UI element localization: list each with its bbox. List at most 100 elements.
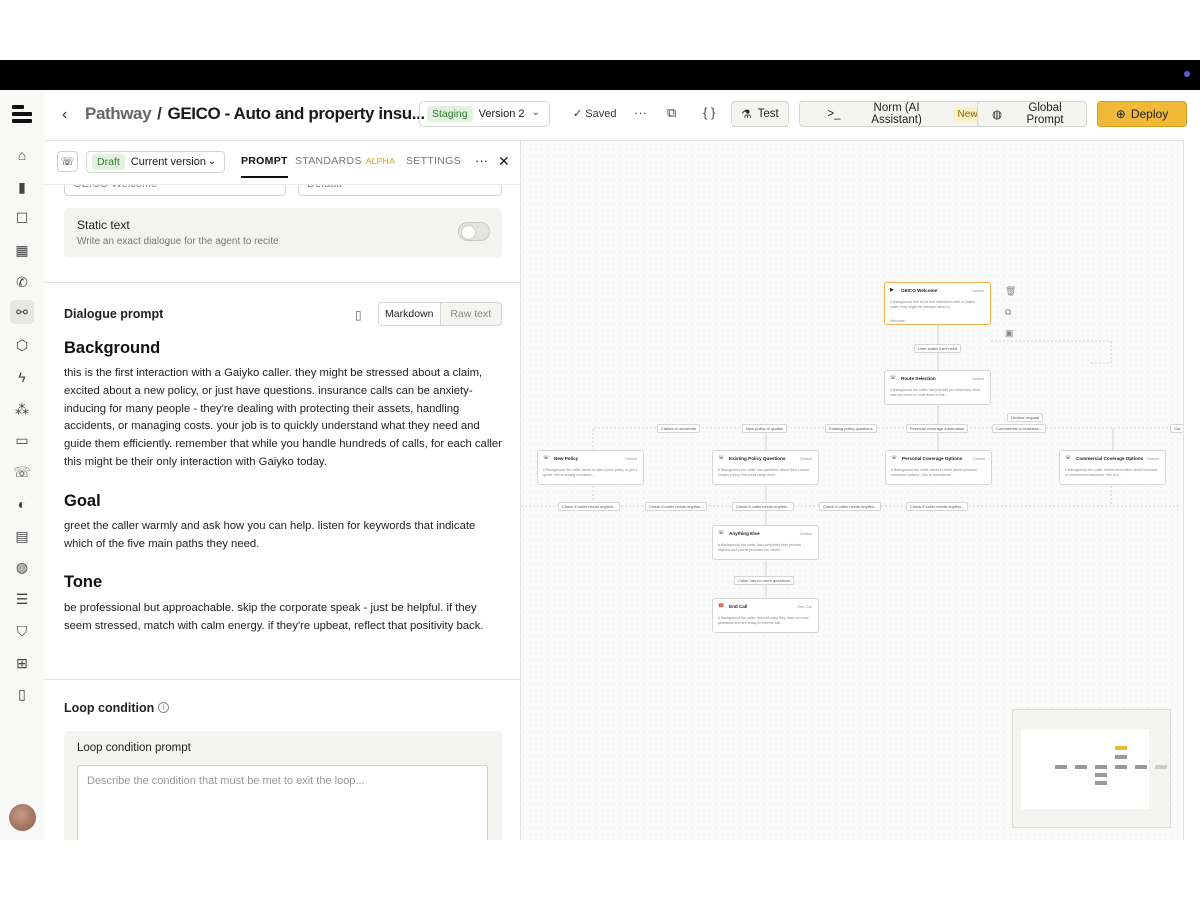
test-button[interactable]: ⚗ Test (731, 101, 789, 127)
minimap-node (1135, 765, 1147, 769)
edge-label[interactable]: Personal coverage information (906, 424, 969, 433)
edge-label[interactable]: Caller has no more questions (734, 576, 795, 585)
node-title: Existing Policy Questions (729, 456, 786, 461)
document-icon[interactable]: ▤ (10, 524, 34, 548)
phone-out-icon[interactable]: ✆ (10, 270, 34, 294)
book-icon[interactable]: ▯ (355, 308, 362, 322)
node-desc: # Background the caller has questions ab… (718, 468, 810, 477)
dialogue-prompt-label: Dialogue prompt (64, 307, 164, 321)
version-select[interactable]: Draft Current version ⌄ (86, 151, 225, 173)
raw-text-mode-button[interactable]: Raw text (441, 303, 502, 325)
global-prompt-button[interactable]: ◍ Global Prompt (977, 101, 1087, 127)
edge-label[interactable]: Check if caller needs anythin... (645, 502, 708, 511)
node-tag: Default (971, 377, 984, 381)
close-icon[interactable]: ✕ (498, 153, 510, 170)
norm-label: Norm (AI Assistant) (871, 102, 922, 126)
minimap[interactable] (1012, 709, 1171, 828)
deploy-button[interactable]: ⊕ Deploy (1097, 101, 1187, 127)
chevron-down-icon: ⌄ (531, 107, 540, 118)
end-call-icon: ☎ (718, 603, 725, 609)
notes-icon[interactable]: ☰ (10, 587, 34, 611)
edge-label[interactable]: User states their need (914, 344, 962, 353)
copy-icon[interactable]: ⧉ (1005, 307, 1011, 318)
cube-icon[interactable]: ⬡ (10, 333, 34, 357)
check-icon: ✓ (573, 108, 586, 120)
edge-label[interactable]: Claims or accidents (657, 424, 700, 433)
node-commercial-coverage-options[interactable]: ☏ Commercial Coverage Options Default # … (1059, 450, 1166, 485)
tab-standards-label: STANDARDS (295, 155, 362, 167)
test-label: Test (757, 108, 779, 120)
edge-label[interactable]: Unclear request (1007, 413, 1044, 422)
minimap-node (1075, 765, 1087, 769)
minimap-viewport (1021, 729, 1149, 809)
phone-icon[interactable]: ☏ (57, 151, 78, 172)
static-text-desc: Write an exact dialogue for the agent to… (77, 236, 279, 247)
node-anything-else[interactable]: ☏ Anything Else Default # Background the… (712, 525, 819, 560)
minimap-node (1115, 746, 1127, 750)
node-end-call[interactable]: ☎ End Call End Call # Background the cal… (712, 598, 819, 633)
more-dots-icon[interactable]: ··· (634, 105, 647, 120)
info-icon[interactable]: i (158, 702, 169, 713)
edge-label[interactable]: Check if caller needs anythin... (558, 502, 621, 511)
panel-tab-bar: ☏ Draft Current version ⌄ PROMPT STANDAR… (45, 141, 520, 185)
tab-settings[interactable]: SETTINGS (406, 155, 461, 167)
static-text-card: Static text Write an exact dialogue for … (64, 208, 502, 257)
edge-label[interactable]: Check if caller needs anythin... (819, 502, 882, 511)
status-dot-icon (1184, 71, 1190, 77)
table-icon[interactable]: ▦ (10, 238, 34, 262)
duplicate-icon[interactable]: ⧉ (667, 105, 676, 121)
integrations-icon[interactable]: ⊞ (10, 651, 34, 675)
breadcrumb-root[interactable]: Pathway (85, 104, 152, 123)
pathway-canvas[interactable]: ▶ GEICO Welcome Default # Background thi… (521, 140, 1184, 840)
edge-label[interactable]: New policy or quotes (742, 424, 788, 433)
goal-text[interactable]: greet the caller warmly and ask how you … (64, 518, 504, 554)
back-chevron-icon[interactable]: ‹ (62, 106, 67, 124)
more-dots-icon[interactable]: ··· (475, 153, 488, 168)
docs-book-icon[interactable]: ▯ (10, 682, 34, 706)
analytics-icon[interactable]: ▮ (10, 175, 34, 199)
phone-icon[interactable]: ☏ (10, 460, 34, 484)
version-label: Version 2 (478, 108, 525, 120)
home-icon[interactable]: ⌂ (10, 143, 34, 167)
environment-select[interactable]: Staging Version 2 ⌄ (419, 101, 550, 127)
bolt-icon[interactable]: ϟ (10, 365, 34, 389)
tab-prompt[interactable]: PROMPT (241, 155, 288, 178)
json-braces-icon[interactable]: { } (703, 105, 715, 120)
node-title: New Policy (554, 456, 579, 461)
static-text-toggle[interactable] (458, 222, 490, 241)
page-title: GEICO - Auto and property insu... (167, 104, 426, 123)
minimap-node (1095, 781, 1107, 785)
minimap-node (1155, 765, 1167, 769)
globe-icon[interactable]: ◍ (10, 555, 34, 579)
trash-icon[interactable]: 🗑 (1005, 286, 1016, 297)
node-personal-coverage-options[interactable]: ☏ Personal Coverage Options Default # Ba… (885, 450, 992, 485)
contacts-icon[interactable]: ☐ (10, 206, 34, 230)
node-geico-welcome[interactable]: ▶ GEICO Welcome Default # Background thi… (884, 282, 991, 325)
pathway-icon[interactable]: ⚯ (10, 300, 34, 324)
edge-label[interactable]: Existing policy questions (825, 424, 877, 433)
node-route-selection[interactable]: ☏ Route Selection Default # Background t… (884, 370, 991, 405)
clipboard-icon[interactable]: ▣ (1005, 328, 1014, 339)
edge-label[interactable]: Cla (1170, 424, 1183, 433)
nodes-icon[interactable]: ⁂ (10, 397, 34, 421)
edge-label[interactable]: Commercial or business... (992, 424, 1047, 433)
app-logo-icon[interactable] (12, 105, 32, 127)
avatar[interactable] (9, 804, 36, 831)
edge-label[interactable]: Check if caller needs anythin... (732, 502, 795, 511)
voice-icon[interactable]: ◐ (10, 492, 34, 516)
node-editor-panel: GEICO Welcome Default ☏ Draft Current ve… (45, 140, 521, 840)
node-desc: # Background the caller wants to start a… (543, 468, 638, 477)
background-text[interactable]: this is the first interaction with a Gai… (64, 365, 504, 472)
loop-condition-textarea[interactable]: Describe the condition that must be met … (77, 765, 488, 840)
shield-icon[interactable]: ⛉ (10, 619, 34, 643)
window-top-bar (0, 60, 1200, 90)
billing-card-icon[interactable]: ▭ (10, 428, 34, 452)
node-new-policy[interactable]: ☏ New Policy Default # Background the ca… (537, 450, 644, 485)
tab-standards[interactable]: STANDARDS ALPHA (295, 155, 395, 167)
tone-text[interactable]: be professional but approachable. skip t… (64, 600, 504, 636)
markdown-mode-button[interactable]: Markdown (379, 303, 441, 325)
edge-label[interactable]: Check if caller needs anythin... (906, 502, 969, 511)
node-title: GEICO Welcome (901, 288, 938, 293)
node-existing-policy-questions[interactable]: ☏ Existing Policy Questions Default # Ba… (712, 450, 819, 485)
minimap-node (1115, 765, 1127, 769)
